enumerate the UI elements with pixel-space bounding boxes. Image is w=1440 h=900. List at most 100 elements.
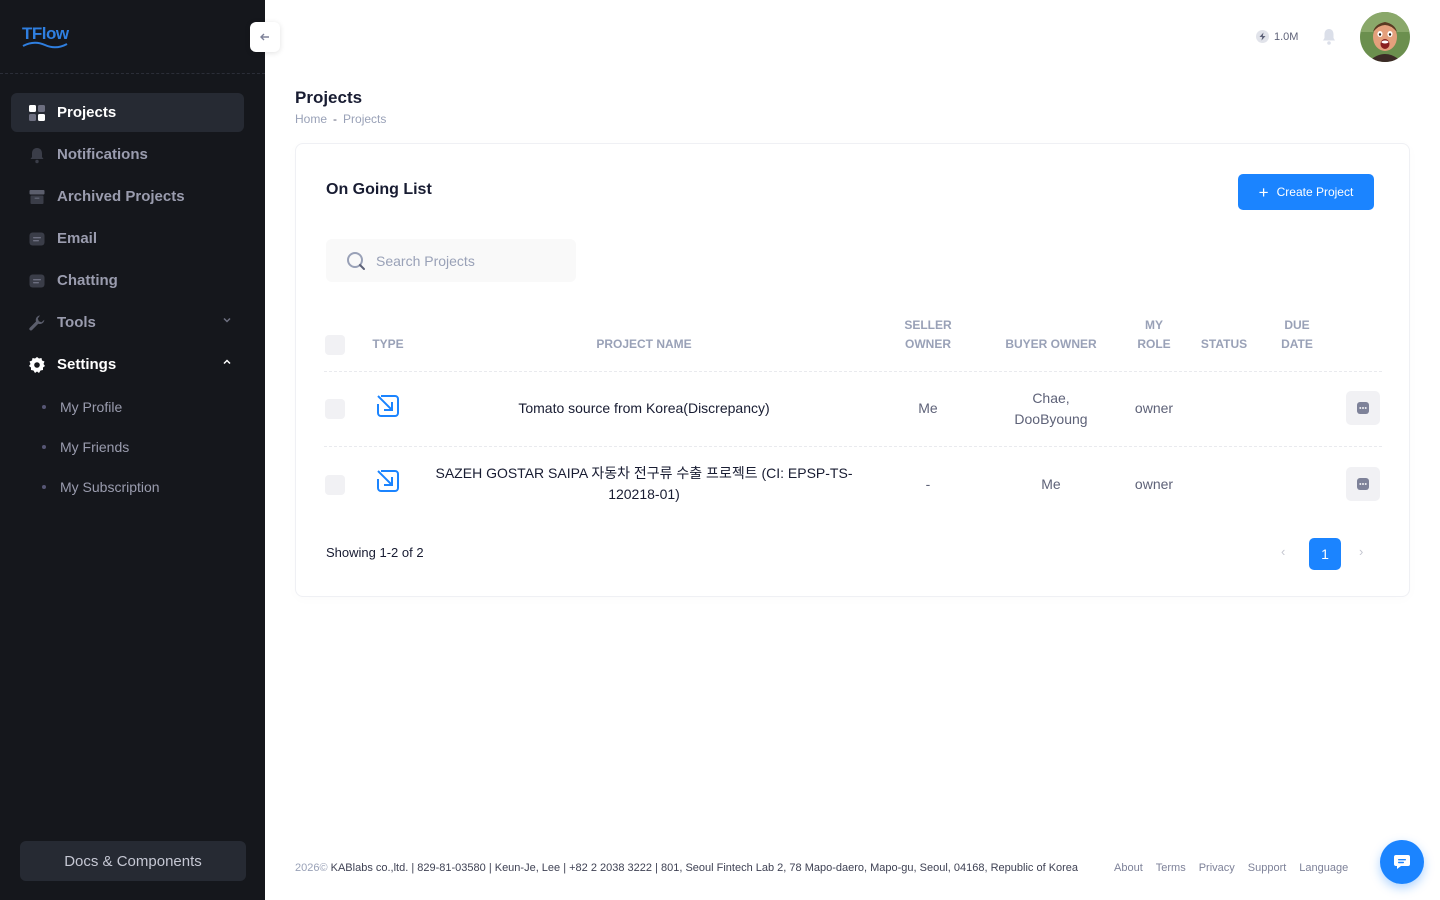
- wrench-icon: [28, 314, 46, 332]
- project-name-line: SAZEH GOSTAR SAIPA 자동차 전구류 수출 프로젝트 (CI: …: [435, 465, 853, 481]
- pagination-summary: Showing 1-2 of 2: [326, 545, 424, 560]
- ongoing-projects-card: On Going List + Create Project TYPE PROJ…: [295, 143, 1410, 597]
- create-project-button[interactable]: + Create Project: [1238, 174, 1374, 210]
- arrow-left-icon: [260, 33, 269, 41]
- sidebar-item-settings[interactable]: Settings: [11, 345, 244, 384]
- buyer-owner: Chae, DooByoung: [996, 388, 1106, 430]
- more-icon: [1357, 478, 1369, 490]
- plus-icon: +: [1258, 182, 1269, 202]
- my-role: owner: [1134, 476, 1174, 492]
- column-header-line: DUE: [1284, 318, 1310, 332]
- sidebar-item-projects[interactable]: Projects: [11, 93, 244, 132]
- sidebar-item-tools[interactable]: Tools: [11, 303, 244, 342]
- footer-link-language[interactable]: Language: [1299, 862, 1348, 874]
- breadcrumb: Home - Projects: [295, 112, 386, 126]
- more-icon: [1357, 402, 1369, 414]
- pagination-next-button[interactable]: ›: [1359, 544, 1363, 559]
- breadcrumb-home[interactable]: Home: [295, 112, 327, 126]
- row-more-button[interactable]: [1346, 467, 1380, 501]
- sidebar-collapse-button[interactable]: [250, 22, 280, 52]
- footer-link-terms[interactable]: Terms: [1156, 862, 1186, 874]
- column-header-line: OWNER: [905, 337, 951, 351]
- buyer-owner-line: Chae,: [1032, 390, 1070, 406]
- pagination-page-1[interactable]: 1: [1309, 538, 1341, 570]
- archive-icon: [28, 188, 46, 206]
- column-header-line: ROLE: [1137, 337, 1171, 351]
- column-header-due-date[interactable]: DUE DATE: [1272, 316, 1322, 354]
- sidebar-item-email[interactable]: Email: [11, 219, 244, 258]
- row-checkbox[interactable]: [325, 475, 345, 495]
- sidebar-item-label: Notifications: [57, 146, 148, 163]
- buyer-owner-line: DooByoung: [1014, 411, 1088, 427]
- select-all-checkbox[interactable]: [325, 335, 345, 355]
- buyer-owner: Me: [1041, 476, 1061, 492]
- column-header-status[interactable]: STATUS: [1194, 335, 1254, 354]
- column-header-line: SELLER: [904, 318, 952, 332]
- bell-icon: [28, 146, 46, 164]
- sidebar-item-archived-projects[interactable]: Archived Projects: [11, 177, 244, 216]
- breadcrumb-current: Projects: [343, 112, 387, 126]
- sidebar-subitem-label: My Subscription: [60, 479, 160, 495]
- footer-link-privacy[interactable]: Privacy: [1199, 862, 1235, 874]
- footer-company: KABlabs co.,ltd. | 829-81-03580 | Keun-J…: [327, 862, 1079, 874]
- sidebar-subitem-my-subscription[interactable]: My Subscription: [11, 467, 244, 507]
- sidebar-subitem-my-profile[interactable]: My Profile: [11, 387, 244, 427]
- export-arrow-icon: [377, 470, 399, 492]
- sidebar-item-label: Archived Projects: [57, 188, 185, 205]
- chat-icon: [28, 272, 46, 290]
- export-arrow-icon: [377, 395, 399, 417]
- project-name[interactable]: SAZEH GOSTAR SAIPA 자동차 전구류 수출 프로젝트 (CI: …: [424, 463, 864, 505]
- project-name[interactable]: Tomato source from Korea(Discrepancy): [424, 398, 864, 419]
- sidebar-subitem-label: My Profile: [60, 399, 123, 415]
- footer-company-info: 2026© KABlabs co.,ltd. | 829-81-03580 | …: [295, 862, 1078, 874]
- credits-display[interactable]: 1.0M: [1256, 30, 1298, 43]
- column-header-line: DATE: [1281, 337, 1313, 351]
- message-icon: [28, 230, 46, 248]
- sidebar-subitem-my-friends[interactable]: My Friends: [11, 427, 244, 467]
- sidebar-subitem-label: My Friends: [60, 439, 130, 455]
- row-more-button[interactable]: [1346, 391, 1380, 425]
- gear-icon: [28, 356, 46, 374]
- sidebar-item-label: Chatting: [57, 272, 118, 289]
- card-title: On Going List: [326, 181, 432, 198]
- row-checkbox[interactable]: [325, 399, 345, 419]
- notifications-bell-icon[interactable]: [1321, 28, 1337, 51]
- column-header-project-name[interactable]: PROJECT NAME: [544, 335, 744, 354]
- page-title: Projects: [295, 88, 363, 107]
- search-icon: [347, 251, 365, 270]
- chat-launcher-button[interactable]: [1380, 840, 1424, 884]
- docs-components-button[interactable]: Docs & Components: [20, 841, 246, 881]
- sidebar-item-notifications[interactable]: Notifications: [11, 135, 244, 174]
- sidebar: TFlow Projects Notifications Archived Pr…: [0, 0, 265, 900]
- pagination-prev-button[interactable]: ‹: [1281, 544, 1285, 559]
- column-header-buyer-owner[interactable]: BUYER OWNER: [996, 335, 1106, 354]
- settings-submenu: My Profile My Friends My Subscription: [11, 387, 244, 507]
- logo-wave-icon: [22, 41, 68, 49]
- footer-year: 2026©: [295, 862, 328, 874]
- column-header-type[interactable]: TYPE: [366, 335, 410, 354]
- app-logo[interactable]: TFlow: [22, 24, 70, 50]
- sidebar-item-label: Email: [57, 230, 98, 247]
- seller-owner: Me: [918, 400, 938, 416]
- footer-link-about[interactable]: About: [1114, 862, 1143, 874]
- grid-icon: [28, 104, 46, 122]
- search-input[interactable]: [376, 252, 556, 269]
- row-divider: [324, 446, 1382, 447]
- footer-link-support[interactable]: Support: [1248, 862, 1287, 874]
- sidebar-divider: [0, 73, 265, 74]
- sidebar-item-chatting[interactable]: Chatting: [11, 261, 244, 300]
- column-header-seller-owner[interactable]: SELLER OWNER: [888, 316, 968, 354]
- footer-links: About Terms Privacy Support Language: [1114, 862, 1361, 874]
- sidebar-nav: Projects Notifications Archived Projects: [11, 93, 244, 507]
- breadcrumb-separator: -: [333, 112, 338, 126]
- bullet-icon: [42, 485, 46, 489]
- create-project-label: Create Project: [1276, 185, 1354, 199]
- column-header-my-role[interactable]: MY ROLE: [1124, 316, 1184, 354]
- bullet-icon: [42, 445, 46, 449]
- credits-value: 1.0M: [1274, 30, 1299, 43]
- my-role: owner: [1134, 400, 1174, 416]
- column-header-line: MY: [1145, 318, 1163, 332]
- seller-owner: -: [925, 476, 931, 492]
- user-avatar[interactable]: [1360, 12, 1410, 62]
- search-box[interactable]: [326, 239, 576, 282]
